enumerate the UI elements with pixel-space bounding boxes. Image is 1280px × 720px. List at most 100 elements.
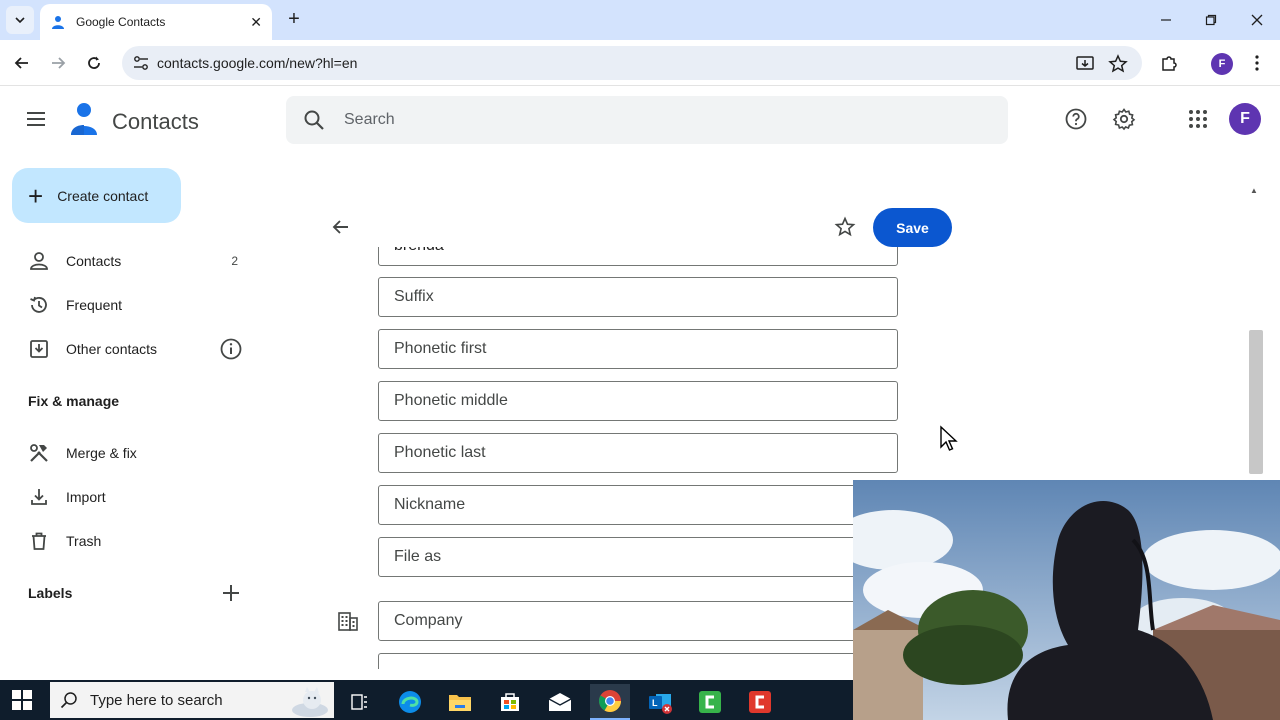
camtasia-green-icon — [699, 691, 721, 713]
trash-icon — [32, 532, 46, 550]
webcam-overlay — [853, 480, 1280, 720]
taskbar-mail-button[interactable] — [540, 684, 580, 720]
extensions-button[interactable] — [1158, 52, 1180, 74]
sidebar-item-label: Contacts — [66, 253, 122, 269]
nickname-field[interactable]: Nickname — [378, 485, 898, 525]
sidebar-item-label: Merge & fix — [66, 445, 137, 461]
taskbar-chrome-button[interactable] — [590, 684, 630, 720]
search-input[interactable] — [344, 104, 944, 136]
install-app-icon[interactable] — [1075, 54, 1095, 74]
create-contact-label: Create contact — [57, 187, 149, 204]
webcam-video-image — [853, 480, 1280, 720]
site-info-icon[interactable] — [132, 54, 150, 72]
restore-button[interactable] — [1188, 0, 1234, 40]
app-title: Contacts — [112, 109, 199, 134]
nickname-placeholder: Nickname — [394, 496, 466, 513]
file-as-field[interactable]: File as — [378, 537, 898, 577]
task-view-button[interactable] — [340, 684, 380, 720]
bookmark-star-icon[interactable] — [1108, 54, 1128, 74]
save-button[interactable]: Save — [873, 208, 952, 247]
browser-tab-strip: Google Contacts ✕ + — [0, 0, 1280, 40]
edge-browser-icon — [399, 691, 421, 713]
last-name-value: brenda — [378, 247, 898, 266]
last-name-field-partial[interactable]: brenda — [378, 247, 898, 266]
back-button[interactable] — [9, 50, 35, 76]
reload-icon — [88, 56, 100, 69]
taskbar-camtasia-button[interactable] — [690, 684, 730, 720]
sidebar-item-merge-fix[interactable]: Merge & fix — [28, 438, 248, 468]
phonetic-last-field[interactable]: Phonetic last — [378, 433, 898, 473]
tab-title: Google Contacts — [76, 15, 166, 29]
address-bar[interactable]: contacts.google.com/new?hl=en — [122, 46, 1142, 80]
info-icon[interactable] — [220, 338, 242, 360]
suffix-field[interactable]: Suffix — [378, 277, 898, 317]
sidebar-item-frequent[interactable]: Frequent — [28, 290, 248, 320]
create-contact-button[interactable]: + Create contact — [12, 168, 181, 223]
sidebar-item-other-contacts[interactable]: Other contacts — [28, 334, 248, 364]
apps-grid-icon[interactable] — [1186, 107, 1210, 131]
contacts-logo-icon — [71, 103, 97, 135]
puzzle-icon — [1162, 56, 1177, 71]
favorite-star-icon[interactable] — [834, 216, 856, 238]
sidebar-item-contacts[interactable]: Contacts 2 — [28, 246, 248, 276]
forward-button[interactable] — [45, 50, 71, 76]
scroll-up-arrow-icon[interactable]: ▲ — [1250, 186, 1258, 195]
phonetic-middle-field[interactable]: Phonetic middle — [378, 381, 898, 421]
sidebar-item-label: Import — [66, 489, 106, 505]
url-text: contacts.google.com/new?hl=en — [157, 55, 358, 71]
taskbar-outlook-button[interactable]: L — [640, 684, 680, 720]
scrollbar-thumb[interactable] — [1249, 330, 1263, 474]
arrow-right-icon — [52, 57, 66, 69]
new-tab-button[interactable]: + — [282, 8, 306, 32]
taskbar-recorder-button[interactable] — [740, 684, 780, 720]
chevron-down-icon — [15, 17, 25, 24]
mouse-pointer-icon — [940, 425, 958, 451]
sidebar-item-label: Frequent — [66, 297, 123, 313]
minimize-icon — [1161, 19, 1171, 21]
company-field[interactable]: Company — [378, 601, 898, 641]
labels-heading: Labels — [28, 585, 73, 601]
phonetic-middle-placeholder: Phonetic middle — [394, 392, 508, 409]
camtasia-red-icon — [749, 691, 771, 713]
search-icon[interactable] — [302, 108, 326, 132]
browser-tab[interactable]: Google Contacts ✕ — [40, 4, 272, 40]
suffix-placeholder: Suffix — [394, 288, 434, 305]
phonetic-first-field[interactable]: Phonetic first — [378, 329, 898, 369]
close-window-button[interactable] — [1234, 0, 1280, 40]
chrome-browser-icon — [599, 690, 621, 712]
download-box-icon — [30, 340, 48, 358]
close-icon — [1251, 14, 1263, 26]
settings-gear-icon[interactable] — [1112, 107, 1136, 131]
windows-start-icon[interactable] — [12, 690, 32, 710]
tab-close-icon[interactable]: ✕ — [250, 14, 262, 31]
taskbar-store-button[interactable] — [490, 684, 530, 720]
taskbar-search-box[interactable]: Type here to search — [50, 682, 334, 718]
help-icon[interactable] — [1064, 107, 1088, 131]
store-icon — [501, 693, 519, 711]
taskbar-edge-button[interactable] — [390, 684, 430, 720]
reload-button[interactable] — [81, 50, 107, 76]
phonetic-last-placeholder: Phonetic last — [394, 444, 486, 461]
app-header: Contacts F — [0, 87, 1280, 153]
job-title-field-partial[interactable] — [378, 653, 898, 669]
taskbar-file-explorer-button[interactable] — [440, 684, 480, 720]
contacts-count: 2 — [231, 254, 238, 268]
svg-text:L: L — [652, 698, 658, 708]
account-avatar[interactable]: F — [1229, 103, 1261, 135]
browser-profile-avatar[interactable]: F — [1211, 53, 1233, 75]
company-placeholder: Company — [394, 612, 463, 629]
fix-manage-heading: Fix & manage — [28, 393, 120, 409]
minimize-button[interactable] — [1143, 0, 1189, 40]
taskbar-search-placeholder: Type here to search — [90, 691, 223, 709]
add-label-plus-icon[interactable] — [220, 582, 242, 604]
menu-icon[interactable] — [24, 107, 48, 131]
windows-taskbar: Type here to search L — [0, 680, 853, 720]
mail-icon — [548, 693, 572, 711]
sidebar-item-trash[interactable]: Trash — [28, 526, 248, 556]
phonetic-first-placeholder: Phonetic first — [394, 340, 487, 357]
tab-search-button[interactable] — [6, 6, 34, 34]
search-bar[interactable] — [286, 96, 1008, 144]
back-arrow-icon[interactable] — [330, 216, 352, 238]
browser-menu-button[interactable] — [1246, 52, 1268, 74]
sidebar-item-import[interactable]: Import — [28, 482, 248, 512]
